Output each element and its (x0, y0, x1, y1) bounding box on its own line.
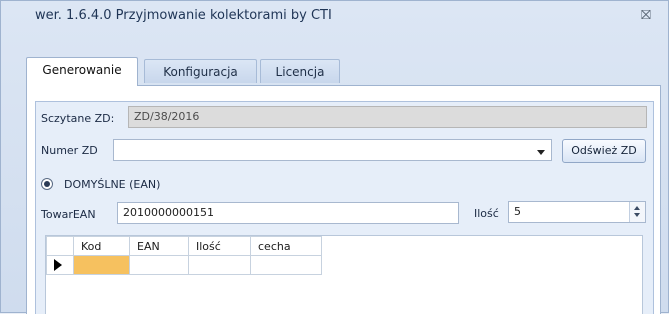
column-ilosc[interactable]: Ilość (188, 236, 251, 256)
numer-zd-select[interactable] (113, 139, 552, 161)
radio-selected-icon[interactable] (41, 178, 53, 190)
table-header-row: Kod EAN Ilość cecha (46, 236, 322, 256)
items-grid[interactable]: Kod EAN Ilość cecha (45, 235, 643, 314)
main-window: wer. 1.6.4.0 Przyjmowanie kolektorami by… (0, 0, 669, 314)
tab-generowanie[interactable]: Generowanie (26, 57, 138, 86)
items-table: Kod EAN Ilość cecha (46, 236, 322, 275)
ilosc-value: 5 (514, 205, 521, 218)
cell-ilosc[interactable] (188, 255, 251, 275)
read-zd-field: ZD/38/2016 (128, 106, 647, 128)
cell-cecha[interactable] (250, 255, 322, 275)
tab-licencja[interactable]: Licencja (260, 59, 340, 83)
numer-zd-label: Numer ZD (41, 144, 98, 157)
tab-label: Konfiguracja (163, 65, 238, 79)
table-row[interactable] (46, 255, 322, 275)
ilosc-input[interactable]: 5 (508, 201, 646, 223)
row-header[interactable] (46, 255, 74, 275)
refresh-zd-button[interactable]: Odśwież ZD (562, 139, 646, 163)
read-zd-label: Sczytane ZD: (41, 112, 115, 125)
chevron-down-icon[interactable] (537, 150, 545, 155)
column-ean[interactable]: EAN (129, 236, 189, 256)
ilosc-label: Ilość (474, 207, 499, 220)
column-cecha[interactable]: cecha (250, 236, 322, 256)
current-row-pointer-icon (54, 259, 62, 271)
mode-radio-label: DOMYŚLNE (EAN) (64, 178, 161, 191)
title-bar: wer. 1.6.4.0 Przyjmowanie kolektorami by… (1, 1, 668, 31)
spin-up-down-icon[interactable] (629, 202, 645, 222)
towar-ean-input[interactable]: 2010000000151 (117, 202, 459, 224)
towar-ean-label: TowarEAN (41, 208, 96, 221)
tab-label: Licencja (275, 65, 325, 79)
cell-ean[interactable] (129, 255, 189, 275)
window-title: wer. 1.6.4.0 Przyjmowanie kolektorami by… (35, 8, 332, 23)
cell-kod[interactable] (73, 255, 130, 275)
tab-label: Generowanie (42, 63, 122, 77)
close-icon[interactable]: ⛝ (638, 8, 654, 24)
row-header-corner (46, 236, 74, 256)
column-kod[interactable]: Kod (73, 236, 130, 256)
tab-konfiguracja[interactable]: Konfiguracja (144, 59, 257, 83)
